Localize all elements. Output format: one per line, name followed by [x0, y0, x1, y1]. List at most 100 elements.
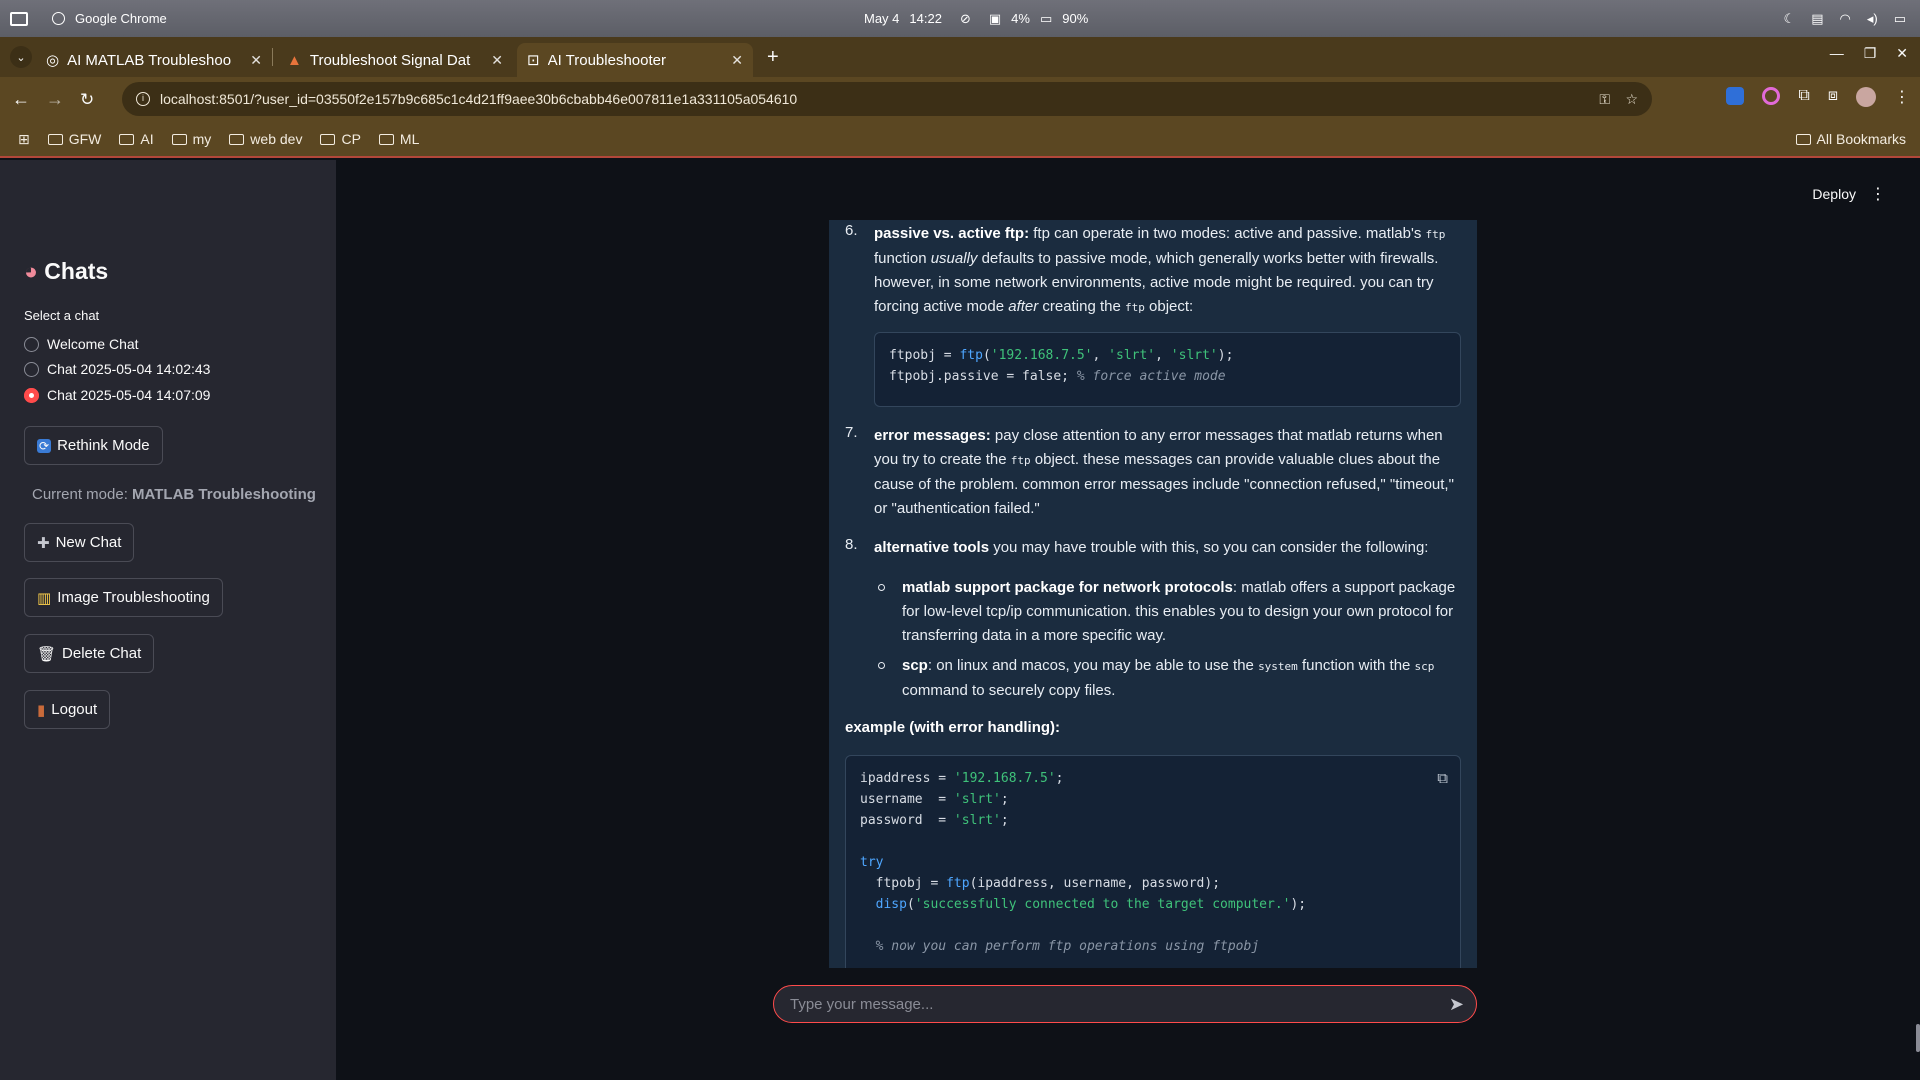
tab-ai-troubleshooter[interactable]: ⊡ AI Troubleshooter ✕	[517, 43, 753, 77]
forward-icon[interactable]: →	[46, 89, 64, 110]
bookmark-web-dev[interactable]: web dev	[229, 131, 302, 147]
page-scrollbar[interactable]	[1916, 1024, 1920, 1052]
item-text: function	[874, 250, 931, 267]
window-close-icon[interactable]: ✕	[1896, 45, 1908, 62]
image-troubleshooting-button[interactable]: ▥ Image Troubleshooting	[24, 578, 223, 617]
wifi-icon[interactable]: ◠	[1840, 11, 1851, 27]
maximize-icon[interactable]: ❐	[1864, 45, 1877, 62]
code-token: ftpobj.passive = false;	[889, 369, 1077, 384]
close-icon[interactable]: ✕	[250, 52, 262, 69]
profile-avatar[interactable]	[1856, 87, 1876, 107]
code-token: disp	[860, 897, 907, 912]
all-bookmarks[interactable]: All Bookmarks	[1795, 131, 1906, 147]
apps-grid-icon[interactable]: ⊞	[18, 131, 30, 148]
robot-icon: ⊡	[527, 52, 540, 69]
clipboard-icon[interactable]: ▤	[1811, 11, 1823, 27]
code-token: 'successfully connected to the target co…	[914, 897, 1291, 912]
button-label: Image Troubleshooting	[57, 589, 210, 606]
code-token: ;	[1055, 771, 1064, 786]
folder-icon	[47, 133, 63, 145]
copy-icon[interactable]: ⧉	[1437, 768, 1448, 789]
activities-icon[interactable]	[10, 11, 28, 26]
code-token: try	[860, 855, 884, 870]
folder-icon	[378, 133, 394, 145]
select-chat-label: Select a chat	[24, 308, 100, 323]
send-icon[interactable]: ➤	[1449, 994, 1464, 1015]
delete-chat-button[interactable]: 🗑 Delete Chat	[24, 634, 155, 673]
url-text: localhost:8501/?user_id=03550f2e157b9c68…	[160, 91, 798, 107]
main-menu-icon[interactable]: ⋮	[1870, 184, 1886, 204]
back-icon[interactable]: ←	[12, 89, 30, 110]
mode-value: MATLAB Troubleshooting	[132, 486, 316, 503]
radio-icon[interactable]	[24, 361, 39, 377]
chat-input[interactable]: Type your message... ➤	[773, 985, 1477, 1023]
close-icon[interactable]: ✕	[491, 52, 503, 69]
button-label: Delete Chat	[62, 645, 142, 662]
chrome-tab-icon: ◎	[46, 52, 60, 69]
bookmark-label: CP	[341, 131, 361, 147]
item-text: object:	[1144, 298, 1194, 315]
chat-option-2[interactable]: Chat 2025-05-04 14:02:43	[24, 361, 210, 377]
brain-icon: ◕	[24, 258, 38, 284]
radio-icon[interactable]	[24, 336, 39, 352]
deploy-button[interactable]: Deploy	[1812, 186, 1856, 202]
code-token: '192.168.7.5'	[953, 771, 1056, 786]
code-block-active-mode[interactable]: ftpobj = ftp('192.168.7.5', 'slrt', 'slr…	[874, 332, 1461, 407]
item-emphasis: usually	[930, 250, 978, 267]
clock-area[interactable]: May 4 14:22 ⊘ ▣ 4% ▭ 90%	[864, 11, 1088, 27]
app-name[interactable]: Google Chrome	[75, 11, 167, 26]
date: May 4	[864, 11, 900, 26]
tab-troubleshoot-signal[interactable]: ▲ Troubleshoot Signal Dat ✕	[277, 43, 513, 77]
tab-ai-matlab[interactable]: ◎ AI MATLAB Troubleshoo ✕	[36, 43, 272, 77]
folder-icon	[171, 133, 187, 145]
folder-icon	[119, 133, 135, 145]
chat-input-placeholder: Type your message...	[790, 995, 934, 1013]
extension-color-icon[interactable]	[1762, 87, 1781, 105]
battery-tray-icon[interactable]: ▭	[1894, 11, 1906, 27]
bookmark-ml[interactable]: ML	[378, 131, 419, 147]
code-token: 'slrt'	[953, 813, 1001, 828]
bookmark-star-icon[interactable]: ☆	[1625, 91, 1638, 108]
rethink-mode-button[interactable]: ⟳ Rethink Mode	[24, 426, 163, 465]
new-chat-button[interactable]: ✚ New Chat	[24, 523, 135, 562]
code-block-example[interactable]: ⧉ ipaddress = '192.168.7.5'; username = '…	[845, 755, 1461, 968]
sub-item-scp: scp: on linux and macos, you may be able…	[902, 654, 1462, 703]
chrome-menu-icon[interactable]: ⋮	[1894, 87, 1910, 107]
reload-icon[interactable]: ↻	[80, 90, 94, 110]
inline-code: system	[1258, 660, 1298, 673]
button-label: Rethink Mode	[57, 437, 150, 454]
extension-blue-icon[interactable]	[1726, 87, 1745, 105]
code-token: (ipaddress, username, password);	[969, 876, 1221, 891]
battery-icon: ▭	[1039, 10, 1053, 26]
bookmark-ai[interactable]: AI	[119, 131, 154, 147]
bookmark-gfw[interactable]: GFW	[47, 131, 101, 147]
matlab-icon: ▲	[287, 51, 302, 69]
bookmark-my[interactable]: my	[171, 131, 211, 147]
close-icon[interactable]: ✕	[731, 52, 743, 69]
inline-code: ftp	[1425, 228, 1446, 241]
chat-option-welcome[interactable]: Welcome Chat	[24, 336, 139, 352]
radio-selected-icon[interactable]	[24, 387, 39, 403]
minimize-icon[interactable]: —	[1830, 45, 1844, 62]
site-info-icon[interactable]: i	[136, 92, 150, 106]
extensions-puzzle-icon[interactable]: ⧉	[1798, 87, 1809, 107]
bookmark-cp[interactable]: CP	[320, 131, 361, 147]
screen-share-icon[interactable]: ⧈	[1828, 87, 1838, 107]
tab-title: Troubleshoot Signal Dat	[309, 51, 471, 69]
door-icon: ▮	[37, 701, 46, 719]
password-key-icon[interactable]: ⚿	[1599, 91, 1610, 108]
tab-search-icon[interactable]: ⌄	[10, 46, 32, 68]
inline-code: scp	[1414, 660, 1435, 673]
chat-option-3[interactable]: Chat 2025-05-04 14:07:09	[24, 387, 210, 403]
bar-chart-icon: ▥	[37, 589, 52, 607]
bullet-icon	[878, 662, 885, 669]
refresh-icon: ⟳	[37, 438, 52, 453]
new-tab-icon[interactable]: +	[767, 46, 779, 69]
sidebar: ◕ Chats Select a chat Welcome Chat Chat …	[0, 160, 336, 1080]
button-label: Logout	[51, 701, 98, 718]
address-bar[interactable]: i localhost:8501/?user_id=03550f2e157b9c…	[122, 82, 1652, 116]
logout-button[interactable]: ▮ Logout	[24, 690, 111, 729]
night-mode-icon[interactable]: ☾	[1784, 11, 1796, 27]
volume-icon[interactable]: ◂)	[1867, 11, 1878, 27]
bookmark-label: web dev	[250, 131, 303, 147]
